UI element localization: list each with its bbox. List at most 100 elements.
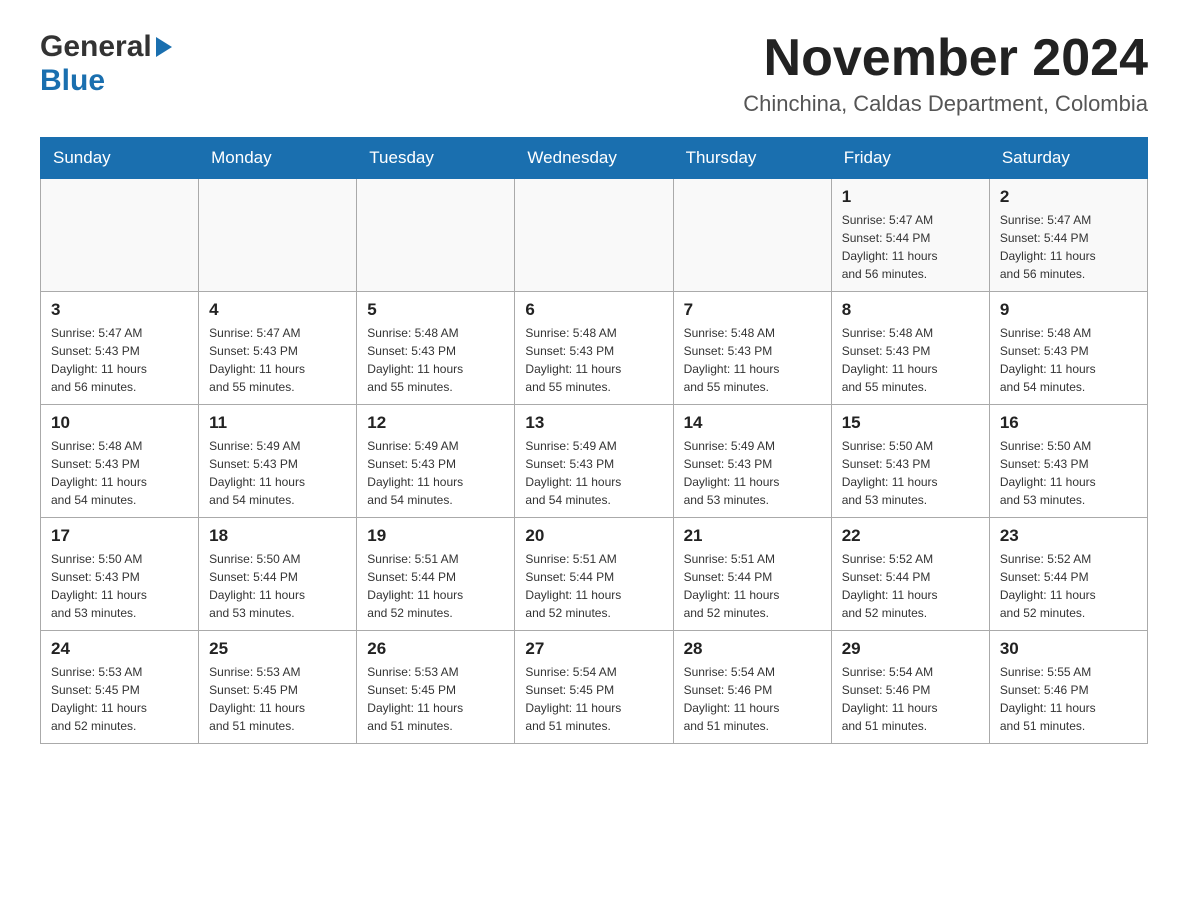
day-info: Sunrise: 5:53 AMSunset: 5:45 PMDaylight:… [209,663,346,735]
day-number: 19 [367,526,504,546]
calendar-table: Sunday Monday Tuesday Wednesday Thursday… [40,137,1148,744]
col-wednesday: Wednesday [515,138,673,179]
calendar-cell: 24 Sunrise: 5:53 AMSunset: 5:45 PMDayligh… [41,631,199,744]
calendar-cell [515,179,673,292]
day-number: 26 [367,639,504,659]
day-info: Sunrise: 5:47 AMSunset: 5:43 PMDaylight:… [209,324,346,396]
day-info: Sunrise: 5:50 AMSunset: 5:43 PMDaylight:… [1000,437,1137,509]
calendar-cell: 8 Sunrise: 5:48 AMSunset: 5:43 PMDaylight… [831,292,989,405]
day-number: 13 [525,413,662,433]
day-number: 25 [209,639,346,659]
logo-arrow-icon [156,37,172,57]
day-number: 30 [1000,639,1137,659]
calendar-week-4: 17Sunrise: 5:50 AMSunset: 5:43 PMDayligh… [41,518,1148,631]
day-number: 21 [684,526,821,546]
col-tuesday: Tuesday [357,138,515,179]
day-number: 27 [525,639,662,659]
location-subtitle: Chinchina, Caldas Department, Colombia [743,91,1148,117]
day-number: 18 [209,526,346,546]
day-info: Sunrise: 5:48 AMSunset: 5:43 PMDaylight:… [51,437,188,509]
calendar-cell: 3Sunrise: 5:47 AMSunset: 5:43 PMDaylight… [41,292,199,405]
day-number: 6 [525,300,662,320]
day-number: 5 [367,300,504,320]
page-header: General Blue November 2024 Chinchina, Ca… [40,30,1148,117]
day-number: 14 [684,413,821,433]
day-info: Sunrise: 5:49 AMSunset: 5:43 PMDaylight:… [684,437,821,509]
day-number: 23 [1000,526,1137,546]
day-number: 28 [684,639,821,659]
calendar-cell: 11Sunrise: 5:49 AMSunset: 5:43 PMDayligh… [199,405,357,518]
day-info: Sunrise: 5:52 AMSunset: 5:44 PMDaylight:… [842,550,979,622]
calendar-cell: 2Sunrise: 5:47 AMSunset: 5:44 PMDaylight… [989,179,1147,292]
day-info: Sunrise: 5:47 AMSunset: 5:44 PMDaylight:… [1000,211,1137,283]
day-info: Sunrise: 5:48 AMSunset: 5:43 PMDaylight:… [525,324,662,396]
calendar-cell: 4 Sunrise: 5:47 AMSunset: 5:43 PMDaylight… [199,292,357,405]
calendar-cell: 5 Sunrise: 5:48 AMSunset: 5:43 PMDaylight… [357,292,515,405]
calendar-week-2: 3 Sunrise: 5:47 AMSunset: 5:43 PMDaylight… [41,292,1148,405]
logo-general-line: General [40,30,172,64]
calendar-cell: 1 Sunrise: 5:47 AMSunset: 5:44 PMDaylight… [831,179,989,292]
calendar-cell: 16 Sunrise: 5:50 AMSunset: 5:43 PMDayligh… [989,405,1147,518]
day-number: 3 [51,300,188,320]
col-thursday: Thursday [673,138,831,179]
day-info: Sunrise: 5:49 AMSunset: 5:43 PMDaylight:… [525,437,662,509]
month-title: November 2024 [743,30,1148,87]
day-info: Sunrise: 5:47 AMSunset: 5:44 PMDaylight:… [842,211,979,283]
day-info: Sunrise: 5:52 AMSunset: 5:44 PMDaylight:… [1000,550,1137,622]
col-friday: Friday [831,138,989,179]
day-info: Sunrise: 5:54 AMSunset: 5:46 PMDaylight:… [684,663,821,735]
day-number: 29 [842,639,979,659]
calendar-cell: 9 Sunrise: 5:48 AMSunset: 5:43 PMDaylight… [989,292,1147,405]
day-number: 8 [842,300,979,320]
day-info: Sunrise: 5:51 AMSunset: 5:44 PMDaylight:… [684,550,821,622]
calendar-cell: 25 Sunrise: 5:53 AMSunset: 5:45 PMDayligh… [199,631,357,744]
day-info: Sunrise: 5:48 AMSunset: 5:43 PMDaylight:… [1000,324,1137,396]
day-number: 9 [1000,300,1137,320]
day-number: 20 [525,526,662,546]
day-info: Sunrise: 5:54 AMSunset: 5:46 PMDaylight:… [842,663,979,735]
title-section: November 2024 Chinchina, Caldas Departme… [743,30,1148,117]
day-number: 7 [684,300,821,320]
calendar-cell [199,179,357,292]
calendar-cell: 14 Sunrise: 5:49 AMSunset: 5:43 PMDayligh… [673,405,831,518]
calendar-cell: 6 Sunrise: 5:48 AMSunset: 5:43 PMDaylight… [515,292,673,405]
logo-general-text: General [40,30,152,64]
calendar-cell: 17Sunrise: 5:50 AMSunset: 5:43 PMDayligh… [41,518,199,631]
logo: General Blue [40,30,172,98]
day-number: 15 [842,413,979,433]
day-info: Sunrise: 5:48 AMSunset: 5:43 PMDaylight:… [367,324,504,396]
day-number: 11 [209,413,346,433]
day-info: Sunrise: 5:53 AMSunset: 5:45 PMDaylight:… [51,663,188,735]
calendar-cell: 18 Sunrise: 5:50 AMSunset: 5:44 PMDayligh… [199,518,357,631]
calendar-cell: 19 Sunrise: 5:51 AMSunset: 5:44 PMDayligh… [357,518,515,631]
day-info: Sunrise: 5:49 AMSunset: 5:43 PMDaylight:… [367,437,504,509]
calendar-cell: 10Sunrise: 5:48 AMSunset: 5:43 PMDayligh… [41,405,199,518]
col-sunday: Sunday [41,138,199,179]
day-info: Sunrise: 5:54 AMSunset: 5:45 PMDaylight:… [525,663,662,735]
day-info: Sunrise: 5:48 AMSunset: 5:43 PMDaylight:… [684,324,821,396]
day-info: Sunrise: 5:50 AMSunset: 5:44 PMDaylight:… [209,550,346,622]
calendar-body: 1 Sunrise: 5:47 AMSunset: 5:44 PMDaylight… [41,179,1148,744]
logo-blue-text: Blue [40,64,172,98]
calendar-cell: 22Sunrise: 5:52 AMSunset: 5:44 PMDayligh… [831,518,989,631]
day-number: 12 [367,413,504,433]
day-info: Sunrise: 5:51 AMSunset: 5:44 PMDaylight:… [525,550,662,622]
col-saturday: Saturday [989,138,1147,179]
day-info: Sunrise: 5:53 AMSunset: 5:45 PMDaylight:… [367,663,504,735]
calendar-week-1: 1 Sunrise: 5:47 AMSunset: 5:44 PMDaylight… [41,179,1148,292]
calendar-cell: 7 Sunrise: 5:48 AMSunset: 5:43 PMDaylight… [673,292,831,405]
day-info: Sunrise: 5:55 AMSunset: 5:46 PMDaylight:… [1000,663,1137,735]
calendar-cell: 28 Sunrise: 5:54 AMSunset: 5:46 PMDayligh… [673,631,831,744]
day-number: 24 [51,639,188,659]
calendar-cell [357,179,515,292]
day-number: 4 [209,300,346,320]
calendar-cell [41,179,199,292]
calendar-cell: 23 Sunrise: 5:52 AMSunset: 5:44 PMDayligh… [989,518,1147,631]
calendar-cell: 12 Sunrise: 5:49 AMSunset: 5:43 PMDayligh… [357,405,515,518]
day-info: Sunrise: 5:48 AMSunset: 5:43 PMDaylight:… [842,324,979,396]
day-number: 16 [1000,413,1137,433]
day-info: Sunrise: 5:50 AMSunset: 5:43 PMDaylight:… [842,437,979,509]
day-info: Sunrise: 5:51 AMSunset: 5:44 PMDaylight:… [367,550,504,622]
day-number: 1 [842,187,979,207]
calendar-cell: 26 Sunrise: 5:53 AMSunset: 5:45 PMDayligh… [357,631,515,744]
